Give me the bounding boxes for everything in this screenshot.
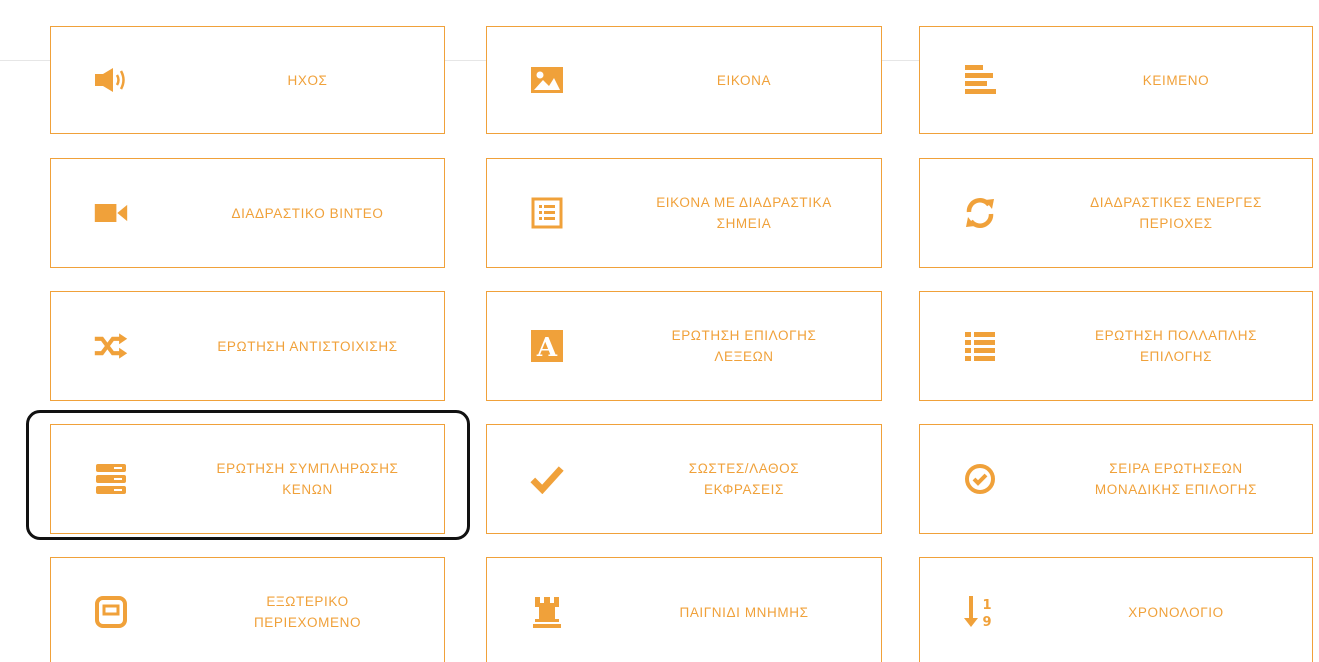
tile-label: ΕΙΚΟΝΑ — [716, 72, 772, 88]
speaker-icon — [93, 62, 129, 98]
server-icon — [93, 461, 129, 497]
tile-word-choice-question[interactable]: A ΕΡΩΤΗΣΗ ΕΠΙΛΟΓΗΣ ΛΕΞΕΩΝ — [486, 291, 882, 401]
tile-label: ΣΩΣΤΕΣ/ΛΑΘΟΣ ΕΚΦΡΑΣΕΙΣ — [688, 461, 800, 497]
embed-box-icon — [93, 594, 129, 630]
tile-label: ΕΞΩΤΕΡΙΚΟ ΠΕΡΙΕΧΟΜΕΝΟ — [253, 594, 362, 630]
tile-timeline[interactable]: 1 9 ΧΡΟΝΟΛΟΓΙΟ — [919, 557, 1313, 662]
shuffle-icon — [93, 328, 129, 364]
content-type-picker: ΗΧΟΣ ΕΙΚΟΝΑ ΚΕΙΜΕΝΟ ΔΙΑΔΡΑΣΤΙΚΟ ΒΙΝΤΕΟ Ε… — [0, 0, 1319, 662]
refresh-icon — [962, 195, 998, 231]
tile-label: ΕΡΩΤΗΣΗ ΠΟΛΛΑΠΛΗΣ ΕΠΙΛΟΓΗΣ — [1094, 328, 1258, 364]
tile-interactive-areas[interactable]: ΔΙΑΔΡΑΣΤΙΚΕΣ ΕΝΕΡΓΕΣ ΠΕΡΙΟΧΕΣ — [919, 158, 1313, 268]
tile-interactive-video[interactable]: ΔΙΑΔΡΑΣΤΙΚΟ ΒΙΝΤΕΟ — [50, 158, 445, 268]
letter-a-icon: A — [529, 328, 565, 364]
tile-single-choice-set[interactable]: ΣΕΙΡΑ ΕΡΩΤΗΣΕΩΝ ΜΟΝΑΔΙΚΗΣ ΕΠΙΛΟΓΗΣ — [919, 424, 1313, 534]
checkmark-icon — [529, 461, 565, 497]
tile-memory-game[interactable]: ΠΑΙΓΝΙΔΙ ΜΝΗΜΗΣ — [486, 557, 882, 662]
check-circle-icon — [962, 461, 998, 497]
tile-label: ΕΡΩΤΗΣΗ ΑΝΤΙΣΤΟΙΧΙΣΗΣ — [217, 338, 398, 354]
tile-audio[interactable]: ΗΧΟΣ — [50, 26, 445, 134]
tile-label: ΔΙΑΔΡΑΣΤΙΚΟ ΒΙΝΤΕΟ — [231, 205, 384, 221]
tile-label: ΗΧΟΣ — [287, 72, 328, 88]
tile-text[interactable]: ΚΕΙΜΕΝΟ — [919, 26, 1313, 134]
tile-label: ΧΡΟΝΟΛΟΓΙΟ — [1128, 604, 1224, 620]
tile-label: ΕΙΚΟΝΑ ΜΕ ΔΙΑΔΡΑΣΤΙΚΑ ΣΗΜΕΙΑ — [656, 195, 832, 231]
tile-label: ΕΡΩΤΗΣΗ ΕΠΙΛΟΓΗΣ ΛΕΞΕΩΝ — [671, 328, 817, 364]
video-camera-icon — [93, 195, 129, 231]
sort-numeric-icon: 1 9 — [962, 594, 998, 630]
svg-text:A: A — [536, 333, 558, 363]
list-box-icon — [529, 195, 565, 231]
tile-fill-blanks-question[interactable]: ΕΡΩΤΗΣΗ ΣΥΜΠΛΗΡΩΣΗΣ ΚΕΝΩΝ — [50, 424, 445, 534]
tile-image[interactable]: ΕΙΚΟΝΑ — [486, 26, 882, 134]
tile-external-content[interactable]: ΕΞΩΤΕΡΙΚΟ ΠΕΡΙΕΧΟΜΕΝΟ — [50, 557, 445, 662]
chess-rook-icon — [529, 594, 565, 630]
tile-label: ΔΙΑΔΡΑΣΤΙΚΕΣ ΕΝΕΡΓΕΣ ΠΕΡΙΟΧΕΣ — [1090, 195, 1262, 231]
tile-label: ΣΕΙΡΑ ΕΡΩΤΗΣΕΩΝ ΜΟΝΑΔΙΚΗΣ ΕΠΙΛΟΓΗΣ — [1094, 461, 1258, 497]
tile-label: ΚΕΙΜΕΝΟ — [1142, 72, 1210, 88]
svg-text:9: 9 — [982, 615, 991, 630]
text-align-icon — [962, 62, 998, 98]
tile-label: ΠΑΙΓΝΙΔΙ ΜΝΗΜΗΣ — [679, 604, 809, 620]
image-icon — [529, 62, 565, 98]
list-icon — [962, 328, 998, 364]
tile-label: ΕΡΩΤΗΣΗ ΣΥΜΠΛΗΡΩΣΗΣ ΚΕΝΩΝ — [216, 461, 399, 497]
tile-true-false-statements[interactable]: ΣΩΣΤΕΣ/ΛΑΘΟΣ ΕΚΦΡΑΣΕΙΣ — [486, 424, 882, 534]
tile-image-hotspots[interactable]: ΕΙΚΟΝΑ ΜΕ ΔΙΑΔΡΑΣΤΙΚΑ ΣΗΜΕΙΑ — [486, 158, 882, 268]
tile-matching-question[interactable]: ΕΡΩΤΗΣΗ ΑΝΤΙΣΤΟΙΧΙΣΗΣ — [50, 291, 445, 401]
svg-text:1: 1 — [982, 598, 991, 613]
tile-multiple-choice-question[interactable]: ΕΡΩΤΗΣΗ ΠΟΛΛΑΠΛΗΣ ΕΠΙΛΟΓΗΣ — [919, 291, 1313, 401]
